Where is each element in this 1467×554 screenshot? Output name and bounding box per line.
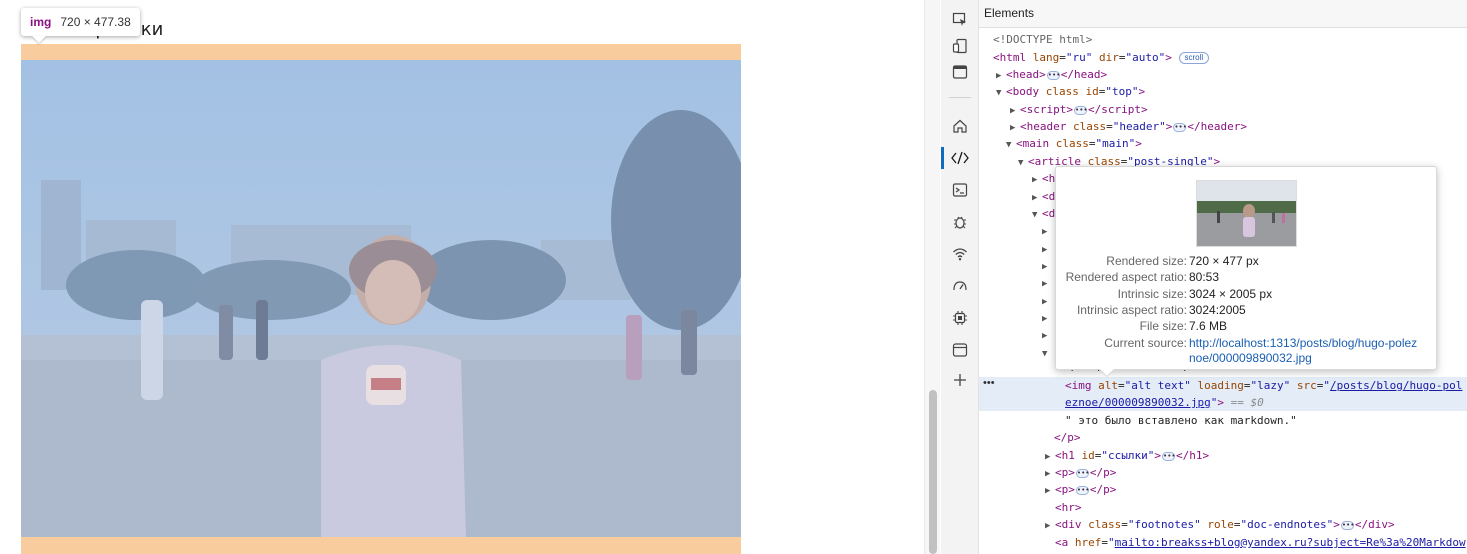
application-panel-icon[interactable] xyxy=(949,339,971,361)
more-tools-plus-icon[interactable] xyxy=(949,369,971,391)
device-emulation-icon[interactable] xyxy=(949,35,971,57)
dom-node-doctype[interactable]: <!DOCTYPE html> xyxy=(979,31,1467,48)
dom-node-h1[interactable]: ▶ <h1 id="ссылки"> •••</h1> xyxy=(979,447,1467,464)
photo-scene xyxy=(21,60,741,537)
network-wifi-icon[interactable] xyxy=(949,243,971,265)
dom-text-node[interactable]: " это было вставлено как markdown." xyxy=(979,412,1467,429)
dom-node-p-close[interactable]: </p> xyxy=(979,429,1467,446)
window-layout-icon[interactable] xyxy=(949,61,971,83)
element-inspect-tooltip: img 720 × 477.38 xyxy=(21,8,140,36)
article-image[interactable] xyxy=(21,60,741,537)
dom-node-body[interactable]: ▼ <body class id="top"> xyxy=(979,83,1467,100)
popover-intrinsic-size: Intrinsic size: 3024 × 2005 px xyxy=(1117,287,1273,301)
dom-node-head[interactable]: ▶ <head> •••</head> xyxy=(979,66,1467,83)
current-source-link[interactable]: http://localhost:1313/posts/blog/hugo-po… xyxy=(1189,335,1417,351)
image-info-popover: Rendered size: 720 × 477 px Rendered aspe… xyxy=(1055,166,1437,370)
scroll-badge[interactable]: scroll xyxy=(1178,52,1210,64)
popover-arrow xyxy=(1100,369,1114,376)
dom-node-img-selected[interactable]: <img alt="alt text" loading="lazy" src="… xyxy=(979,377,1467,394)
dom-node-p-1[interactable]: ▶ <p> •••</p> xyxy=(979,464,1467,481)
tooltip-arrow xyxy=(32,36,46,43)
dom-node-html[interactable]: <html lang="ru" dir="auto"> scroll xyxy=(979,49,1467,66)
activity-separator xyxy=(949,97,971,98)
dom-node-hr[interactable]: <hr> xyxy=(979,499,1467,516)
popover-current-source: Current source: http://localhost:1313/pos… xyxy=(1104,335,1418,351)
sources-bug-icon[interactable] xyxy=(949,211,971,233)
node-actions-ellipsis[interactable]: ••• xyxy=(983,377,995,389)
panel-title: Elements xyxy=(979,0,1467,28)
browser-window: ...ия картинки xyxy=(0,0,1467,554)
page-scrollbar[interactable] xyxy=(924,0,940,554)
inspect-element-icon[interactable] xyxy=(949,9,971,31)
dom-node-img-selected-cont[interactable]: eznoe/000009890032.jpg"> == $0 xyxy=(979,394,1467,411)
dom-node-script[interactable]: ▶ <script> •••</script> xyxy=(979,101,1467,118)
memory-chip-icon[interactable] xyxy=(949,307,971,329)
active-tool-marker xyxy=(941,147,944,169)
devtools-activity-bar xyxy=(941,0,979,554)
page-scrollbar-thumb[interactable] xyxy=(929,390,937,554)
tooltip-dimensions: 720 × 477.38 xyxy=(60,15,131,29)
popover-rendered-size: Rendered size: 720 × 477 px xyxy=(1106,254,1259,268)
popover-file-size: File size: 7.6 MB xyxy=(1139,319,1228,333)
tooltip-tag-name: img xyxy=(30,15,52,29)
dom-node-p-2[interactable]: ▶ <p> •••</p> xyxy=(979,481,1467,498)
popover-thumbnail xyxy=(1196,180,1297,247)
dom-node-footnotes[interactable]: ▶ <div class="footnotes" role="doc-endnot… xyxy=(979,516,1467,533)
console-icon[interactable] xyxy=(949,179,971,201)
page-viewport: ...ия картинки xyxy=(0,0,924,554)
dom-node-mailto-link[interactable]: <a href="mailto:breakss+blog@yandex.ru?s… xyxy=(979,534,1467,551)
dom-node-main[interactable]: ▼ <main class="main"> xyxy=(979,135,1467,152)
popover-current-source-cont: noe/000009890032.jpg xyxy=(1189,351,1312,365)
welcome-home-icon[interactable] xyxy=(949,115,971,137)
popover-intrinsic-ratio: Intrinsic aspect ratio: 3024:2005 xyxy=(1076,303,1246,317)
elements-code-icon[interactable] xyxy=(949,147,971,169)
performance-gauge-icon[interactable] xyxy=(949,275,971,297)
popover-rendered-ratio: Rendered aspect ratio: 80:53 xyxy=(1065,270,1220,284)
dom-node-header[interactable]: ▶ <header class="header"> •••</header> xyxy=(979,118,1467,135)
